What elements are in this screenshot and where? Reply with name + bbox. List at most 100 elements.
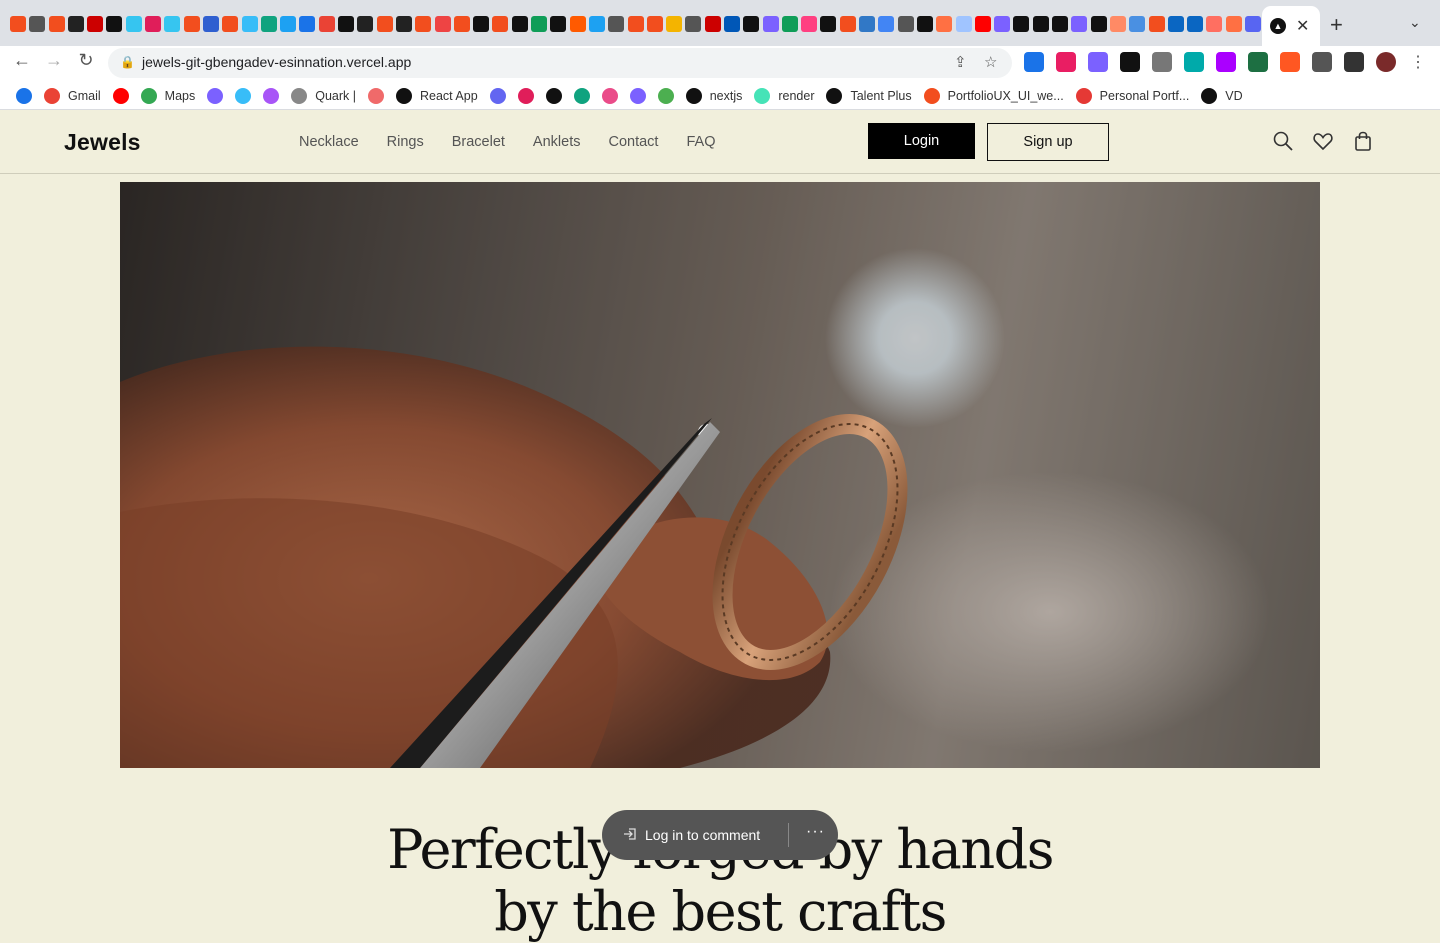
log-in-to-comment-button[interactable]: Log in to comment (645, 827, 760, 843)
chevron-down-icon[interactable]: ⌄ (1409, 14, 1421, 31)
star-icon[interactable]: ☆ (984, 53, 997, 71)
tab-favicon-icon[interactable] (1206, 16, 1223, 32)
extension-icon[interactable] (1024, 52, 1044, 72)
bookmark-item[interactable]: Quark | (289, 87, 358, 104)
tab-favicon-icon[interactable] (183, 16, 200, 32)
tab-favicon-icon[interactable] (241, 16, 258, 32)
tab-favicon-icon[interactable] (608, 16, 625, 32)
tab-favicon-icon[interactable] (87, 16, 104, 32)
bookmark-item[interactable] (111, 87, 131, 104)
bookmark-item[interactable]: nextjs (684, 87, 745, 104)
tab-favicon-icon[interactable] (1013, 16, 1030, 32)
tab-favicon-icon[interactable] (743, 16, 760, 32)
more-options-button[interactable]: ··· (806, 823, 825, 841)
tab-favicon-icon[interactable] (1129, 16, 1146, 32)
tab-favicon-icon[interactable] (627, 16, 644, 32)
tab-favicon-icon[interactable] (299, 16, 316, 32)
signup-button[interactable]: Sign up (987, 123, 1109, 161)
tab-favicon-icon[interactable] (1167, 16, 1184, 32)
tab-favicon-icon[interactable] (473, 16, 490, 32)
tab-favicon-icon[interactable] (550, 16, 567, 32)
extension-icon[interactable] (1248, 52, 1268, 72)
tab-favicon-icon[interactable] (260, 16, 277, 32)
tab-favicon-icon[interactable] (202, 16, 219, 32)
nav-link-contact[interactable]: Contact (608, 134, 658, 150)
tab-favicon-icon[interactable] (666, 16, 683, 32)
tab-favicon-icon[interactable] (685, 16, 702, 32)
new-tab-icon[interactable]: + (1330, 12, 1343, 38)
extension-icon[interactable] (1152, 52, 1172, 72)
nav-link-rings[interactable]: Rings (387, 134, 424, 150)
extension-icon[interactable] (1184, 52, 1204, 72)
tab-favicon-icon[interactable] (280, 16, 297, 32)
nav-link-anklets[interactable]: Anklets (533, 134, 581, 150)
search-icon[interactable] (1272, 130, 1294, 152)
bookmark-item[interactable] (600, 87, 620, 104)
tab-favicon-icon[interactable] (1148, 16, 1165, 32)
active-tab[interactable]: ▲ ✕ (1262, 6, 1320, 46)
tab-favicon-icon[interactable] (376, 16, 393, 32)
tab-favicon-icon[interactable] (1090, 16, 1107, 32)
extension-icon[interactable] (1312, 52, 1332, 72)
extension-icon[interactable] (1088, 52, 1108, 72)
extension-icon[interactable] (1120, 52, 1140, 72)
bookmark-item[interactable] (516, 87, 536, 104)
reload-icon[interactable]: ↻ (72, 50, 100, 71)
tab-favicon-icon[interactable] (415, 16, 432, 32)
tab-favicon-icon[interactable] (67, 16, 84, 32)
tab-favicon-icon[interactable] (492, 16, 509, 32)
tab-favicon-icon[interactable] (1032, 16, 1049, 32)
tab-favicon-icon[interactable] (646, 16, 663, 32)
tab-favicon-icon[interactable] (781, 16, 798, 32)
tab-favicon-icon[interactable] (338, 16, 355, 32)
tab-favicons[interactable] (10, 16, 1290, 34)
bookmark-item[interactable] (205, 87, 225, 104)
tab-favicon-icon[interactable] (955, 16, 972, 32)
tab-favicon-icon[interactable] (801, 16, 818, 32)
profile-avatar[interactable] (1376, 52, 1396, 72)
bookmark-item[interactable] (488, 87, 508, 104)
tab-favicon-icon[interactable] (839, 16, 856, 32)
tab-favicon-icon[interactable] (453, 16, 470, 32)
extension-icon[interactable] (1344, 52, 1364, 72)
tab-favicon-icon[interactable] (859, 16, 876, 32)
bookmark-item[interactable]: Talent Plus (824, 87, 913, 104)
bookmark-item[interactable]: render (752, 87, 816, 104)
tab-favicon-icon[interactable] (48, 16, 65, 32)
tab-favicon-icon[interactable] (1052, 16, 1069, 32)
close-tab-icon[interactable]: ✕ (1296, 16, 1309, 36)
tab-favicon-icon[interactable] (357, 16, 374, 32)
tab-favicon-icon[interactable] (511, 16, 528, 32)
tab-favicon-icon[interactable] (994, 16, 1011, 32)
tab-favicon-icon[interactable] (29, 16, 46, 32)
tab-favicon-icon[interactable] (588, 16, 605, 32)
nav-link-bracelet[interactable]: Bracelet (452, 134, 505, 150)
bookmark-item[interactable] (14, 87, 34, 104)
bookmark-item[interactable] (366, 87, 386, 104)
tab-favicon-icon[interactable] (878, 16, 895, 32)
kebab-menu-icon[interactable]: ⋮ (1408, 52, 1428, 72)
site-logo[interactable]: Jewels (64, 129, 141, 156)
tab-favicon-icon[interactable] (145, 16, 162, 32)
tab-favicon-icon[interactable] (1225, 16, 1242, 32)
heart-icon[interactable] (1312, 130, 1334, 152)
bookmark-item[interactable]: Gmail (42, 87, 103, 104)
tab-favicon-icon[interactable] (125, 16, 142, 32)
bookmark-item[interactable] (572, 87, 592, 104)
tab-favicon-icon[interactable] (704, 16, 721, 32)
tab-favicon-icon[interactable] (762, 16, 779, 32)
extension-icon[interactable] (1280, 52, 1300, 72)
tab-favicon-icon[interactable] (106, 16, 123, 32)
nav-link-faq[interactable]: FAQ (686, 134, 715, 150)
tab-favicon-icon[interactable] (222, 16, 239, 32)
address-url[interactable]: jewels-git-gbengadev-esinnation.vercel.a… (142, 54, 411, 70)
nav-link-necklace[interactable]: Necklace (299, 134, 359, 150)
bookmark-item[interactable]: Maps (139, 87, 198, 104)
lock-icon[interactable]: 🔒 (120, 55, 135, 69)
extension-icons[interactable]: ⋮ (1024, 52, 1428, 72)
address-bar[interactable]: 🔒 jewels-git-gbengadev-esinnation.vercel… (108, 48, 1012, 78)
tab-favicon-icon[interactable] (897, 16, 914, 32)
bookmark-item[interactable] (233, 87, 253, 104)
tab-favicon-icon[interactable] (569, 16, 586, 32)
login-button[interactable]: Login (868, 123, 975, 159)
